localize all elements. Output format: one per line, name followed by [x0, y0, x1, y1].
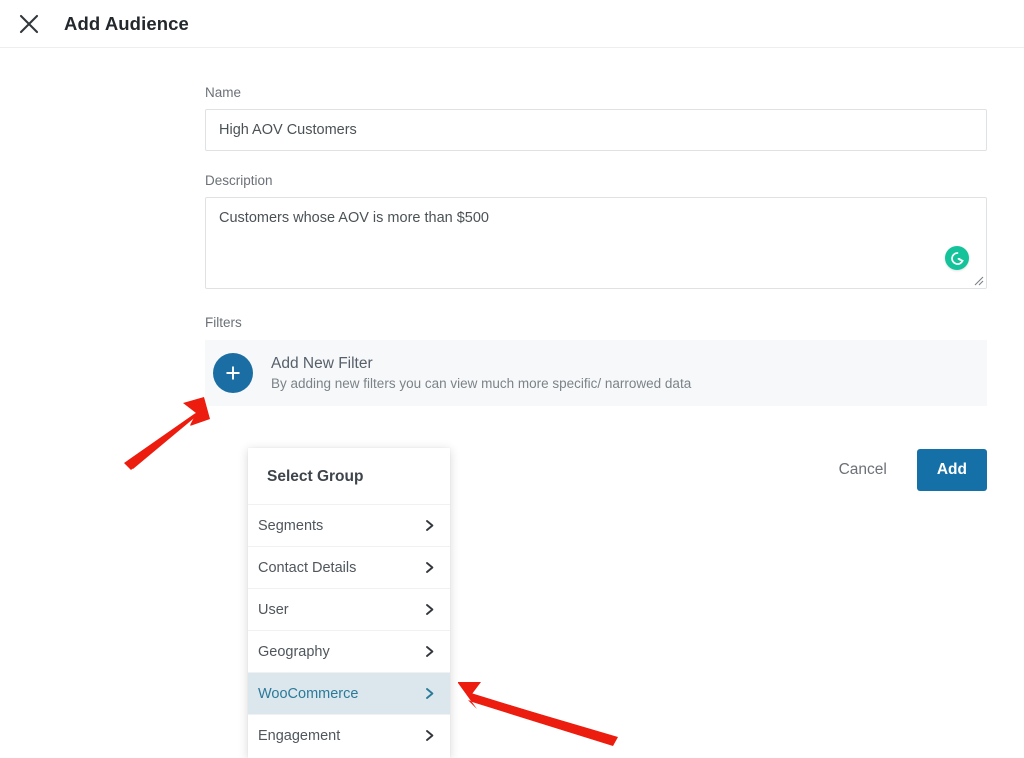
menu-item-label: Engagement: [258, 727, 341, 744]
chevron-right-icon: [423, 603, 436, 616]
menu-item-engagement[interactable]: Engagement: [248, 714, 450, 756]
modal-body: Name Description Customers whose AOV is …: [0, 49, 1024, 756]
add-filter-text-block: Add New Filter By adding new filters you…: [271, 355, 691, 391]
filters-label: Filters: [205, 315, 242, 330]
close-button[interactable]: [8, 3, 50, 45]
description-textarea[interactable]: Customers whose AOV is more than $500: [205, 197, 987, 289]
menu-item-label: Contact Details: [258, 559, 357, 576]
menu-item-user[interactable]: User: [248, 588, 450, 630]
description-textarea-wrapper: Customers whose AOV is more than $500: [205, 197, 987, 289]
add-filter-plus-button[interactable]: [213, 353, 253, 393]
cancel-button[interactable]: Cancel: [839, 461, 887, 479]
description-field-group: Description Customers whose AOV is more …: [205, 173, 987, 289]
plus-icon: [224, 364, 242, 382]
name-label: Name: [205, 85, 242, 100]
menu-item-segments[interactable]: Segments: [248, 504, 450, 546]
menu-item-label: User: [258, 601, 289, 618]
chevron-right-icon: [423, 687, 436, 700]
modal-header: Add Audience: [0, 0, 1024, 48]
chevron-right-icon: [423, 645, 436, 658]
description-label: Description: [205, 173, 273, 188]
audience-form: Name Description Customers whose AOV is …: [205, 85, 987, 406]
add-button[interactable]: Add: [916, 449, 987, 491]
menu-item-woocommerce[interactable]: WooCommerce: [248, 672, 450, 714]
page-title: Add Audience: [64, 12, 189, 34]
select-group-dropdown: Select Group Segments Contact Details Us…: [248, 448, 450, 758]
add-filter-title: Add New Filter: [271, 355, 373, 372]
filters-group: Filters Add New Filter By adding new fil…: [205, 315, 987, 406]
name-field-group: Name: [205, 85, 987, 151]
add-new-filter-row[interactable]: Add New Filter By adding new filters you…: [205, 340, 987, 406]
chevron-right-icon: [423, 729, 436, 742]
chevron-right-icon: [423, 519, 436, 532]
menu-item-label: Segments: [258, 517, 324, 534]
grammarly-icon[interactable]: [945, 246, 969, 270]
menu-item-contact-details[interactable]: Contact Details: [248, 546, 450, 588]
name-input[interactable]: [205, 109, 987, 151]
select-group-heading: Select Group: [267, 468, 364, 485]
menu-item-label: Geography: [258, 643, 330, 660]
menu-item-label: WooCommerce: [258, 685, 359, 702]
add-filter-subtitle: By adding new filters you can view much …: [271, 376, 692, 391]
chevron-right-icon: [423, 561, 436, 574]
close-x-icon: [18, 13, 40, 35]
menu-item-geography[interactable]: Geography: [248, 630, 450, 672]
